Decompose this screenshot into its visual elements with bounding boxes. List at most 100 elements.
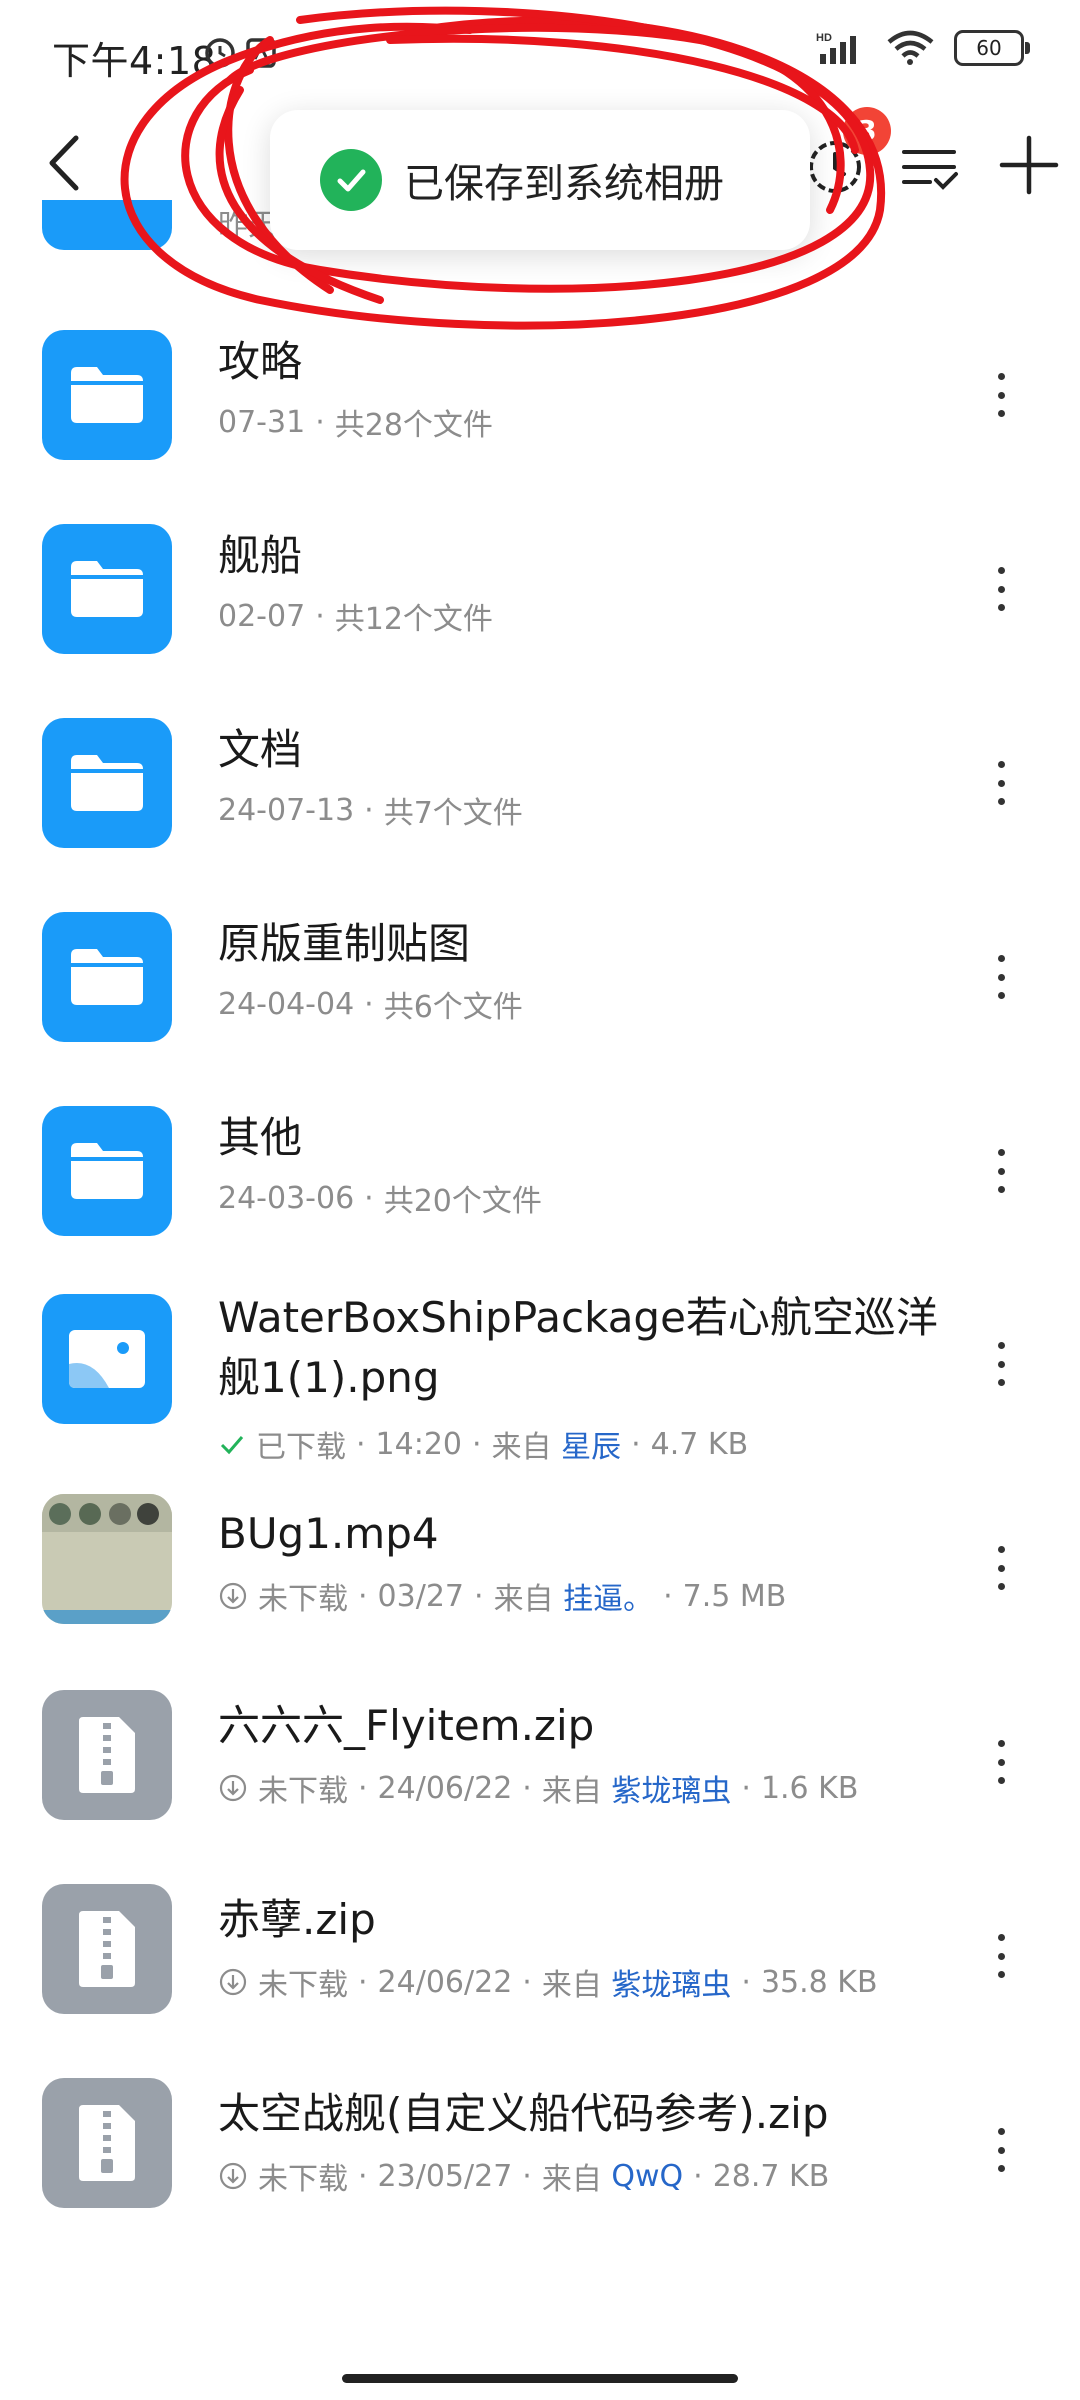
download-icon (219, 1968, 247, 1996)
folder-icon (42, 912, 172, 1042)
list-item-zip[interactable]: 赤孽.zip 未下载 · 24/06/22 · 来自 紫垅璃虫 · 35.8 KB (0, 1880, 1080, 2030)
download-icon (219, 1582, 247, 1610)
success-check-icon (320, 149, 382, 211)
toast-message: 已保存到系统相册 (404, 161, 724, 207)
zip-file-icon (42, 1690, 172, 1820)
add-icon (999, 135, 1059, 195)
list-item-folder[interactable]: 文档 24-07-13 · 共7个文件 (0, 708, 1080, 858)
partial-item-meta: 昨天 (218, 208, 278, 243)
item-time: 24/06/22 (377, 1770, 513, 1806)
wifi-icon (887, 30, 934, 65)
more-options-button[interactable] (986, 1538, 1016, 1598)
item-title: 攻略 (218, 337, 303, 386)
item-size: 4.7 KB (650, 1426, 749, 1462)
list-item-folder[interactable]: 其他 24-03-06 · 共20个文件 (0, 1096, 1080, 1246)
item-sender-link[interactable]: 紫垅璃虫 (611, 1766, 731, 1810)
network-label: HD (816, 32, 832, 44)
add-button[interactable] (994, 130, 1064, 200)
item-title: BUg1.mp4 (218, 1509, 439, 1558)
back-icon (49, 135, 79, 191)
item-date: 07-31 (218, 404, 306, 440)
item-meta: 未下载 · 24/06/22 · 来自 紫垅璃虫 · 35.8 KB (218, 1960, 878, 2004)
item-time: 03/27 (377, 1578, 465, 1614)
item-meta: 07-31 · 共28个文件 (218, 400, 493, 444)
sort-button[interactable] (896, 134, 962, 200)
download-icon (219, 1774, 247, 1802)
item-sender-link[interactable]: 挂逼。 (563, 1574, 653, 1618)
list-item-folder[interactable]: 原版重制贴图 24-04-04 · 共6个文件 (0, 902, 1080, 1052)
more-options-button[interactable] (986, 365, 1016, 425)
item-meta: 24-07-13 · 共7个文件 (218, 788, 523, 832)
item-title: 原版重制贴图 (218, 919, 471, 968)
more-options-button[interactable] (986, 947, 1016, 1007)
list-item-zip[interactable]: 太空战舰(自定义船代码参考).zip 未下载 · 23/05/27 · 来自 QwQ… (0, 2074, 1080, 2224)
item-date: 02-07 (218, 598, 306, 634)
item-status: 已下载 (256, 1430, 346, 1465)
history-badge: 3 (843, 107, 891, 155)
list-item-folder[interactable]: 舰船 02-07 · 共12个文件 (0, 514, 1080, 664)
more-options-button[interactable] (986, 1732, 1016, 1792)
status-time: 下午4:18 (52, 39, 217, 83)
image-file-icon (42, 1294, 172, 1424)
list-item-folder[interactable]: 攻略 07-31 · 共28个文件 (0, 320, 1080, 470)
folder-icon (42, 524, 172, 654)
folder-icon (42, 718, 172, 848)
home-indicator[interactable] (342, 2374, 738, 2383)
item-date: 24-04-04 (218, 986, 355, 1022)
item-from-label: 来自 (541, 1968, 602, 2003)
status-notification-icons (204, 34, 284, 74)
status-right-icons: HD 60 (816, 30, 1030, 66)
download-icon (219, 2162, 247, 2190)
item-title: 其他 (218, 1113, 303, 1162)
item-date: 24-07-13 (218, 792, 355, 828)
item-title: 赤孽.zip (218, 1895, 376, 1944)
item-from-label: 来自 (493, 1582, 554, 1617)
zip-file-icon (42, 1884, 172, 2014)
item-count: 共28个文件 (334, 408, 493, 443)
status-bar: 下午4:18 HD 60 (0, 0, 1080, 110)
item-sender-link[interactable]: 星辰 (561, 1422, 621, 1466)
item-count: 共20个文件 (383, 1184, 542, 1219)
item-size: 28.7 KB (712, 2158, 830, 2194)
video-thumbnail (42, 1494, 172, 1624)
item-title: 舰船 (218, 531, 303, 580)
item-time: 23/05/27 (377, 2158, 513, 2194)
item-count: 共12个文件 (334, 602, 493, 637)
item-meta: 02-07 · 共12个文件 (218, 594, 493, 638)
item-date: 24-03-06 (218, 1180, 355, 1216)
battery-indicator: 60 (954, 30, 1030, 66)
more-options-button[interactable] (986, 559, 1016, 619)
check-icon (220, 1436, 244, 1455)
folder-icon (42, 1106, 172, 1236)
back-button[interactable] (34, 128, 104, 198)
item-count: 共6个文件 (383, 990, 523, 1025)
more-options-button[interactable] (986, 2120, 1016, 2180)
item-time: 24/06/22 (377, 1964, 513, 2000)
item-title: 太空战舰(自定义船代码参考).zip (218, 2089, 829, 2138)
item-meta: 24-04-04 · 共6个文件 (218, 982, 523, 1026)
list-item-zip[interactable]: 六六六_Flyitem.zip 未下载 · 24/06/22 · 来自 紫垅璃虫 · … (0, 1686, 1080, 1836)
list-item-video[interactable]: BUg1.mp4 未下载 · 03/27 · 来自 挂逼。 · 7.5 MB (0, 1492, 1080, 1642)
item-title: WaterBoxShipPackage若心航空巡洋舰1(1).png (218, 1293, 938, 1402)
alarm-icon (205, 38, 276, 68)
item-time: 14:20 (375, 1426, 463, 1462)
item-size: 7.5 MB (682, 1578, 787, 1614)
item-from-label: 来自 (541, 1774, 602, 1809)
item-title: 六六六_Flyitem.zip (218, 1701, 595, 1750)
more-options-button[interactable] (986, 1926, 1016, 1986)
more-options-button[interactable] (986, 1334, 1016, 1394)
item-from-label: 来自 (491, 1430, 552, 1465)
item-size: 35.8 KB (760, 1964, 878, 2000)
list-item-image[interactable]: WaterBoxShipPackage若心航空巡洋舰1(1).png 已下载 · … (0, 1290, 1080, 1465)
item-title: 文档 (218, 725, 303, 774)
sort-icon (902, 150, 958, 190)
more-options-button[interactable] (986, 1141, 1016, 1201)
item-meta: 未下载 · 03/27 · 来自 挂逼。 · 7.5 MB (218, 1574, 786, 1618)
more-options-button[interactable] (986, 753, 1016, 813)
item-sender-link[interactable]: QwQ (611, 2159, 683, 2194)
folder-icon (42, 200, 172, 250)
item-sender-link[interactable]: 紫垅璃虫 (611, 1960, 731, 2004)
item-meta: 已下载 · 14:20 · 来自 星辰 · 4.7 KB (218, 1422, 748, 1466)
zip-file-icon (42, 2078, 172, 2208)
item-status: 未下载 (258, 1968, 348, 2003)
